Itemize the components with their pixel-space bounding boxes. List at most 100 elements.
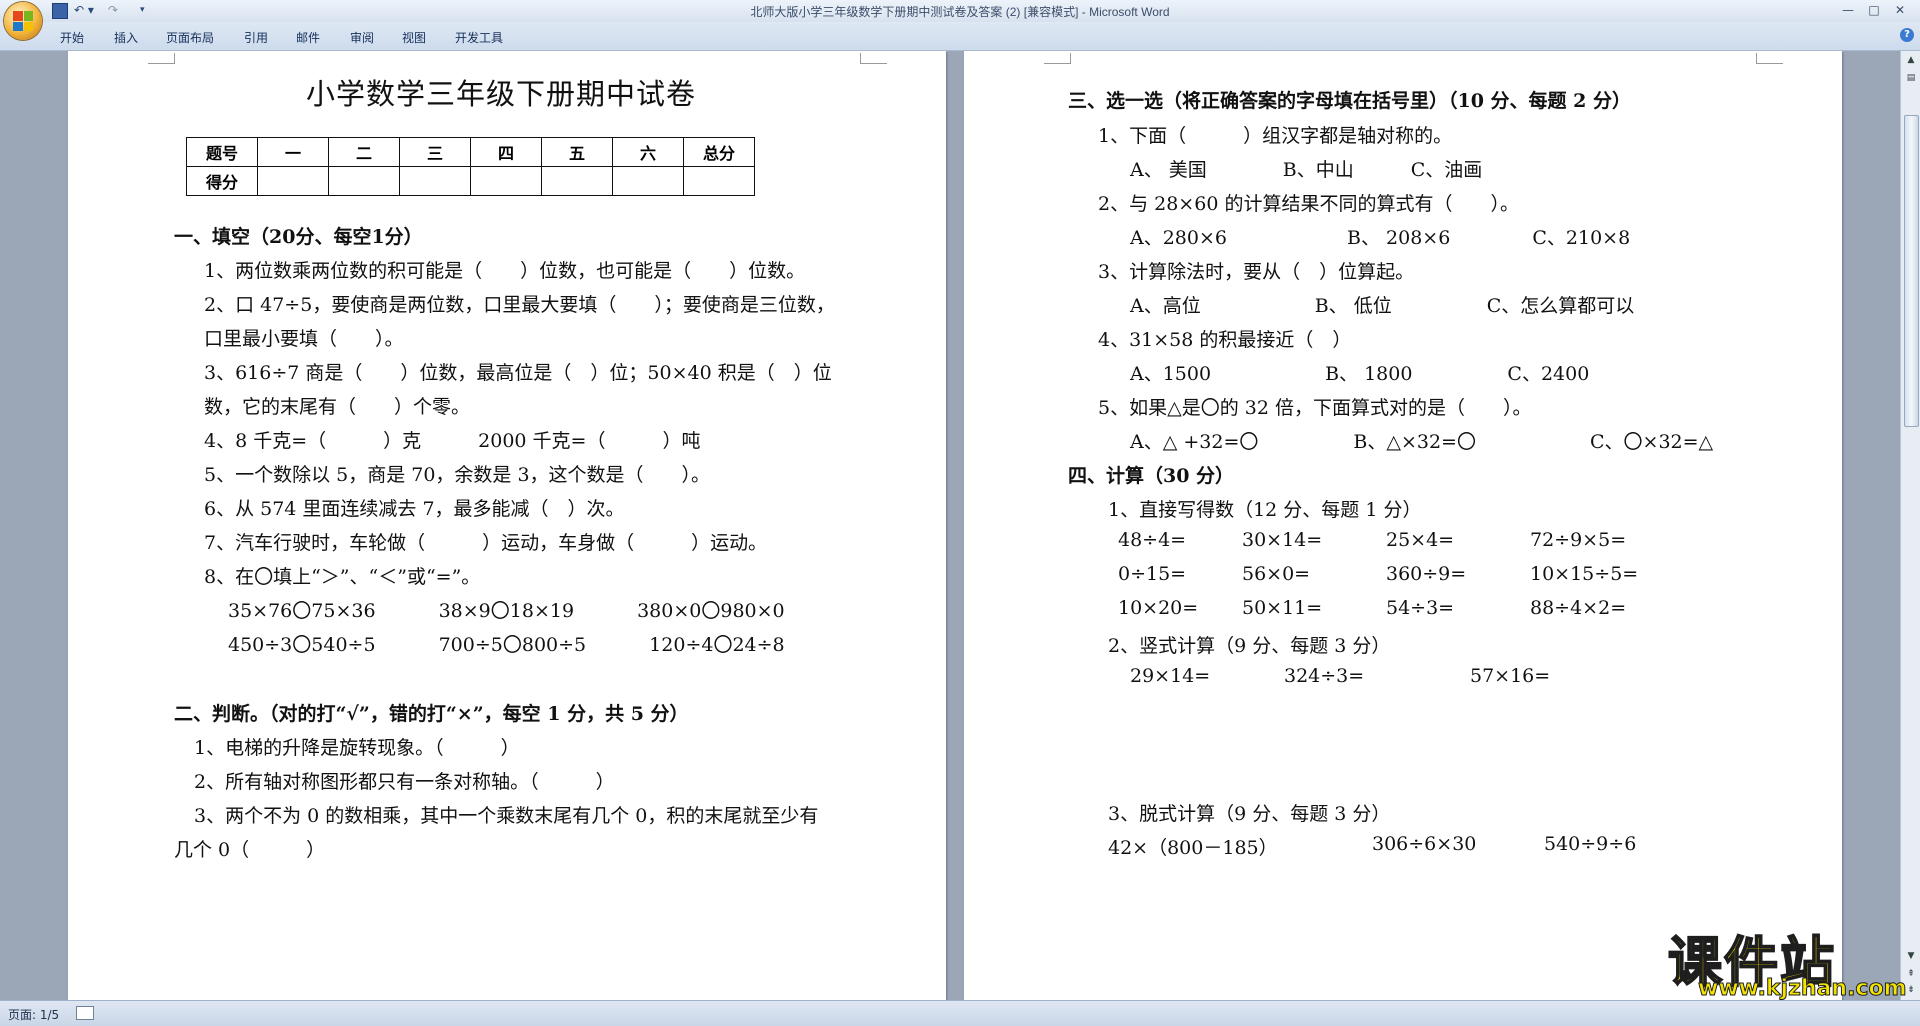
ribbon-tabs: 开始 插入 页面布局 引用 邮件 审阅 视图 开发工具 ?	[0, 22, 1920, 51]
table-cell[interactable]: 总分	[683, 137, 755, 167]
table-cell[interactable]	[541, 166, 613, 196]
status-bar: 页面: 1/5	[0, 1000, 1920, 1026]
help-icon[interactable]: ?	[1900, 28, 1914, 42]
question-line: 4、31×58 的积最接近（ ）	[1098, 329, 1352, 351]
minimize-button[interactable]: —	[1836, 2, 1860, 19]
section-heading: 四、计算（30 分）	[1068, 465, 1235, 487]
math-item: 30×14=	[1242, 529, 1323, 551]
table-cell[interactable]: 一	[257, 137, 329, 167]
math-item: 42×（800－185）	[1108, 837, 1278, 859]
question-line: 1、两位数乘两位数的积可能是（ ）位数，也可能是（ ）位数。	[204, 260, 806, 282]
comparison-line: 450÷3〇540÷5 700÷5〇800÷5 120÷4〇24÷8	[228, 634, 785, 656]
window-title: 北师大版小学三年级数学下册期中测试卷及答案 (2) [兼容模式] - Micro…	[750, 5, 1170, 19]
section-heading: 二、判断。（对的打“√”，错的打“×”，每空 1 分，共 5 分）	[174, 703, 689, 725]
tab-home[interactable]: 开始	[60, 29, 84, 46]
close-button[interactable]: ✕	[1888, 2, 1912, 19]
tab-review[interactable]: 审阅	[350, 29, 374, 46]
comparison-line: 35×76〇75×36 38×9〇18×19 380×0〇980×0	[228, 600, 785, 622]
option-line: A、△ +32=〇 B、△×32=〇 C、〇×32=△	[1130, 431, 1714, 453]
table-cell[interactable]: 题号	[186, 137, 258, 167]
question-line: 3、两个不为 0 的数相乘，其中一个乘数末尾有几个 0，积的末尾就至少有	[194, 805, 819, 827]
section-heading: 一、填空（20分、每空1分）	[174, 226, 423, 248]
question-line: 6、从 574 里面连续减去 7，最多能减（ ）次。	[204, 498, 625, 520]
subsection-heading: 3、脱式计算（9 分、每题 3 分）	[1108, 803, 1391, 825]
crop-mark	[1756, 53, 1783, 64]
page-2[interactable]: 三、选一选（将正确答案的字母填在括号里）（10 分、每题 2 分） 1、下面（ …	[964, 51, 1842, 1000]
tab-references[interactable]: 引用	[244, 29, 268, 46]
office-button[interactable]	[4, 2, 42, 40]
question-line: 3、计算除法时，要从（ ）位算起。	[1098, 261, 1415, 283]
table-cell[interactable]	[683, 166, 755, 196]
table-cell[interactable]: 六	[612, 137, 684, 167]
question-line: 1、电梯的升降是旋转现象。（ ）	[194, 737, 520, 759]
math-item: 25×4=	[1386, 529, 1455, 551]
math-item: 306÷6×30	[1372, 833, 1477, 855]
question-line: 数，它的末尾有（ ）个零。	[204, 396, 471, 418]
table-cell[interactable]: 三	[399, 137, 471, 167]
option-line: A、280×6 B、 208×6 C、210×8	[1130, 227, 1631, 249]
tab-view[interactable]: 视图	[402, 29, 426, 46]
question-line: 口里最小要填（ ）。	[204, 328, 404, 350]
question-line: 5、如果△是〇的 32 倍，下面算式对的是（ ）。	[1098, 397, 1532, 419]
table-cell[interactable]: 得分	[186, 166, 258, 196]
math-item: 88÷4×2=	[1530, 597, 1627, 619]
tab-developer[interactable]: 开发工具	[455, 29, 503, 46]
table-cell[interactable]: 五	[541, 137, 613, 167]
math-item: 324÷3=	[1284, 665, 1365, 687]
proofing-icon[interactable]	[76, 1006, 94, 1020]
math-item: 50×11=	[1242, 597, 1323, 619]
crop-mark	[860, 53, 887, 64]
watermark-logo: 课件站 www.kjzhan.com	[1667, 918, 1908, 1002]
table-cell[interactable]	[470, 166, 542, 196]
table-cell[interactable]: 二	[328, 137, 400, 167]
scroll-up-icon[interactable]: ▲	[1904, 53, 1918, 67]
tab-insert[interactable]: 插入	[114, 29, 138, 46]
question-line: 7、汽车行驶时，车轮做（ ）运动，车身做（ ）运动。	[204, 532, 768, 554]
subsection-heading: 2、竖式计算（9 分、每题 3 分）	[1108, 635, 1391, 657]
option-line: A、高位 B、 低位 C、怎么算都可以	[1130, 295, 1635, 317]
score-table-score-row: 得分	[186, 166, 755, 196]
subsection-heading: 1、直接写得数（12 分、每题 1 分）	[1108, 499, 1422, 521]
math-item: 10×20=	[1118, 597, 1199, 619]
page-1[interactable]: 小学数学三年级下册期中试卷 题号 一 二 三 四 五 六 总分 得分 一、填空（…	[68, 51, 946, 1000]
question-line: 8、在〇填上“＞”、“＜”或“=”。	[204, 566, 481, 588]
question-line: 1、下面（ ）组汉字都是轴对称的。	[1098, 125, 1453, 147]
office-logo-icon	[13, 11, 33, 31]
math-item: 56×0=	[1242, 563, 1311, 585]
question-line: 2、与 28×60 的计算结果不同的算式有（ ）。	[1098, 193, 1519, 215]
math-item: 29×14=	[1130, 665, 1211, 687]
math-item: 72÷9×5=	[1530, 529, 1627, 551]
table-cell[interactable]	[399, 166, 471, 196]
question-line: 几个 0（ ）	[174, 839, 326, 861]
scrollbar-thumb[interactable]	[1904, 115, 1919, 427]
score-table: 题号 一 二 三 四 五 六 总分 得分	[186, 137, 755, 196]
ruler-toggle-icon[interactable]: ▤	[1904, 71, 1918, 85]
table-cell[interactable]	[328, 166, 400, 196]
tab-mailings[interactable]: 邮件	[296, 29, 320, 46]
document-area[interactable]: 小学数学三年级下册期中试卷 题号 一 二 三 四 五 六 总分 得分 一、填空（…	[0, 51, 1900, 1000]
math-item: 54÷3=	[1386, 597, 1455, 619]
question-line: 2、口 47÷5，要使商是两位数，口里最大要填（ ）；要使商是三位数，	[204, 294, 835, 316]
crop-mark	[148, 53, 175, 64]
question-line: 5、一个数除以 5，商是 70，余数是 3，这个数是（ ）。	[204, 464, 711, 486]
scroll-down-icon[interactable]: ▼	[1904, 949, 1918, 963]
score-table-header-row: 题号 一 二 三 四 五 六 总分	[186, 137, 755, 167]
question-line: 2、所有轴对称图形都只有一条对称轴。（ ）	[194, 771, 615, 793]
page-count-status[interactable]: 页面: 1/5	[8, 1006, 59, 1023]
table-cell[interactable]: 四	[470, 137, 542, 167]
vertical-scrollbar[interactable]: ▲ ▤ ▼ ⇞ ⇟	[1900, 51, 1920, 1000]
option-line: A、1500 B、 1800 C、2400	[1130, 363, 1590, 385]
document-title: 小学数学三年级下册期中试卷	[306, 77, 697, 111]
tab-page-layout[interactable]: 页面布局	[166, 29, 214, 46]
table-cell[interactable]	[257, 166, 329, 196]
watermark-url: www.kjzhan.com	[1698, 976, 1908, 1002]
question-line: 3、616÷7 商是（ ）位数，最高位是（ ）位；50×40 积是（ ）位	[204, 362, 832, 384]
math-item: 0÷15=	[1118, 563, 1187, 585]
maximize-button[interactable]: □	[1862, 2, 1886, 19]
crop-mark	[1044, 53, 1071, 64]
option-line: A、 美国 B、中山 C、油画	[1130, 159, 1483, 181]
math-item: 540÷9÷6	[1544, 833, 1637, 855]
section-heading: 三、选一选（将正确答案的字母填在括号里）（10 分、每题 2 分）	[1068, 90, 1632, 112]
question-line: 4、8 千克=（ ）克 2000 千克=（ ）吨	[204, 430, 701, 452]
table-cell[interactable]	[612, 166, 684, 196]
